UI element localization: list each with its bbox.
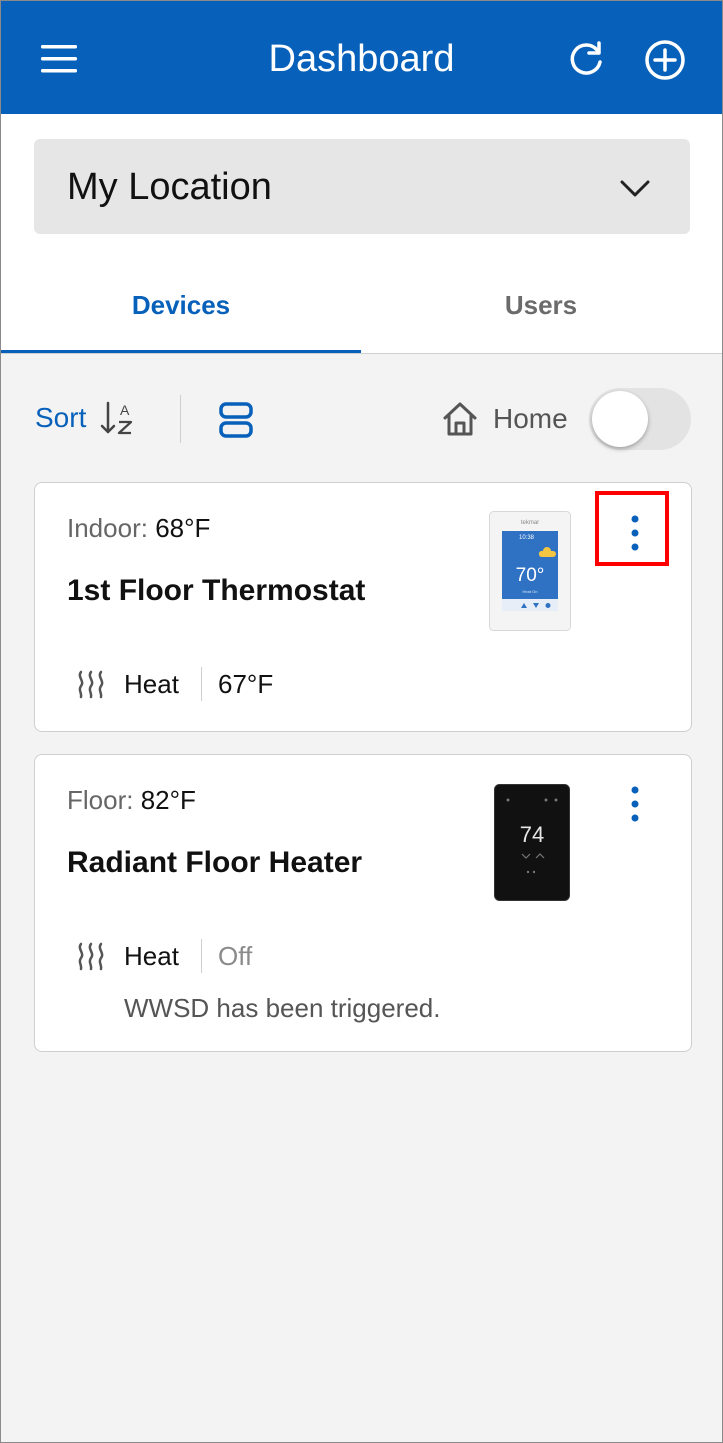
device-status-message: WWSD has been triggered. bbox=[124, 993, 441, 1023]
mode-divider bbox=[201, 939, 202, 973]
more-vertical-icon bbox=[631, 786, 639, 822]
reading-value: 68°F bbox=[155, 513, 211, 543]
heat-icon bbox=[78, 942, 104, 971]
device-card[interactable]: Indoor: 68°F 1st Floor Thermostat tekmar… bbox=[34, 482, 692, 732]
thumb-brand: tekmar bbox=[521, 520, 539, 526]
reading-label: Indoor: bbox=[67, 513, 148, 543]
device-mode: Heat bbox=[124, 669, 179, 699]
mode-divider bbox=[201, 667, 202, 701]
device-reading: Floor: 82°F bbox=[67, 783, 196, 817]
refresh-icon bbox=[570, 41, 602, 75]
sort-label: Sort bbox=[35, 402, 87, 433]
device-reading: Indoor: 68°F bbox=[67, 511, 210, 545]
sort-alpha-icon: A bbox=[101, 401, 133, 435]
location-select[interactable]: My Location bbox=[34, 139, 690, 234]
tab-divider bbox=[1, 353, 722, 354]
thumb-temp: 74 bbox=[520, 822, 544, 847]
device-setpoint: 67°F bbox=[218, 669, 274, 699]
thermostat-thumbnail: tekmar 10:38 70° Heat On bbox=[489, 511, 571, 631]
add-circle-icon bbox=[645, 40, 685, 80]
tab-devices[interactable]: Devices bbox=[1, 285, 361, 325]
chevron-down-icon bbox=[620, 180, 650, 197]
home-icon bbox=[443, 402, 477, 436]
sort-button[interactable]: Sort A bbox=[35, 398, 136, 438]
heat-icon bbox=[78, 670, 104, 699]
reading-label: Floor: bbox=[67, 785, 134, 815]
page-title: Dashboard bbox=[268, 38, 455, 80]
floor-heater-thumbnail: 74 bbox=[494, 784, 570, 901]
toggle-knob bbox=[592, 391, 648, 447]
device-toolbar: Sort A Home bbox=[1, 371, 722, 471]
device-name: 1st Floor Thermostat bbox=[67, 574, 366, 607]
reading-value: 82°F bbox=[140, 785, 196, 815]
device-setpoint: Off bbox=[218, 941, 253, 971]
top-panel: My Location Devices Users bbox=[1, 114, 722, 354]
location-label: My Location bbox=[67, 166, 272, 208]
device-name: Radiant Floor Heater bbox=[67, 846, 363, 879]
refresh-button[interactable] bbox=[561, 36, 611, 84]
svg-text:A: A bbox=[120, 402, 130, 418]
home-mode-label: Home bbox=[493, 403, 568, 434]
thumb-temp: 70° bbox=[516, 565, 545, 586]
thumb-time: 10:38 bbox=[519, 535, 535, 541]
app-screen: Dashboard My Location Devices Users Sort… bbox=[0, 0, 723, 1443]
device-more-button[interactable] bbox=[615, 779, 655, 829]
list-view-icon[interactable] bbox=[217, 401, 255, 439]
home-mode-toggle[interactable] bbox=[589, 388, 691, 450]
device-card[interactable]: Floor: 82°F Radiant Floor Heater 74 Heat bbox=[34, 754, 692, 1052]
device-mode: Heat bbox=[124, 941, 179, 971]
tab-users[interactable]: Users bbox=[361, 285, 721, 325]
thumb-status: Heat On bbox=[523, 589, 538, 594]
app-header: Dashboard bbox=[1, 1, 722, 114]
add-device-button[interactable] bbox=[640, 36, 690, 84]
highlight-box bbox=[595, 491, 669, 566]
toolbar-divider bbox=[180, 395, 181, 443]
